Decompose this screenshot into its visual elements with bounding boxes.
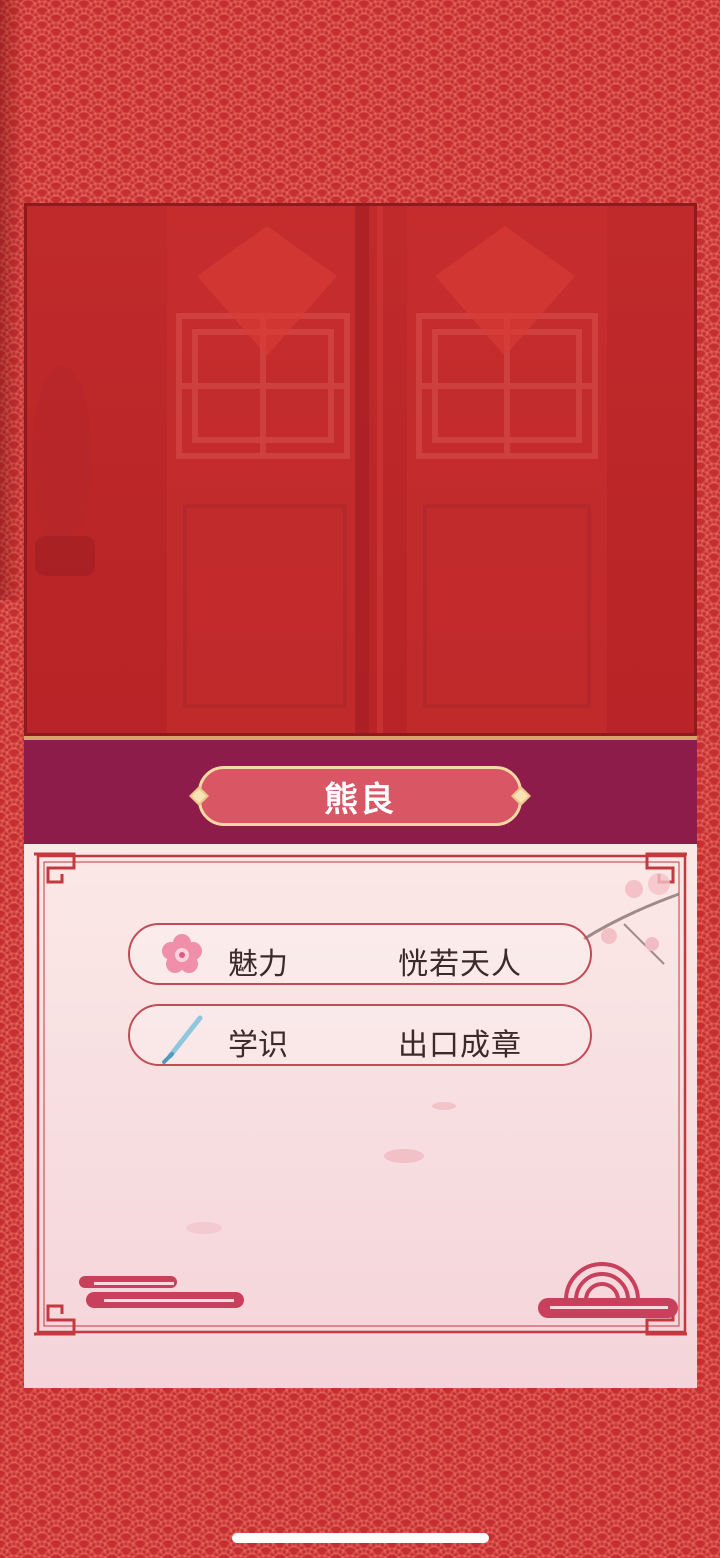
character-name: 熊良 [324,779,396,820]
stat-row-charm: 魅力 恍若天人 [128,923,592,985]
stat-value: 恍若天人 [398,947,522,982]
stat-value: 出口成章 [398,1028,522,1063]
plum-blossom-icon [160,933,204,977]
stat-row-knowledge: 学识 出口成章 [128,1004,592,1066]
stat-label: 魅力 [228,947,288,982]
left-edge-shade [0,0,24,600]
brush-pen-icon [160,1014,204,1064]
stat-label: 学识 [228,1028,288,1063]
character-scene [24,203,697,736]
home-indicator[interactable] [232,1533,489,1543]
attribute-card: 魅力 恍若天人 学识 出口成章 [24,844,697,1388]
character-name-plate: 熊良 [198,766,522,826]
